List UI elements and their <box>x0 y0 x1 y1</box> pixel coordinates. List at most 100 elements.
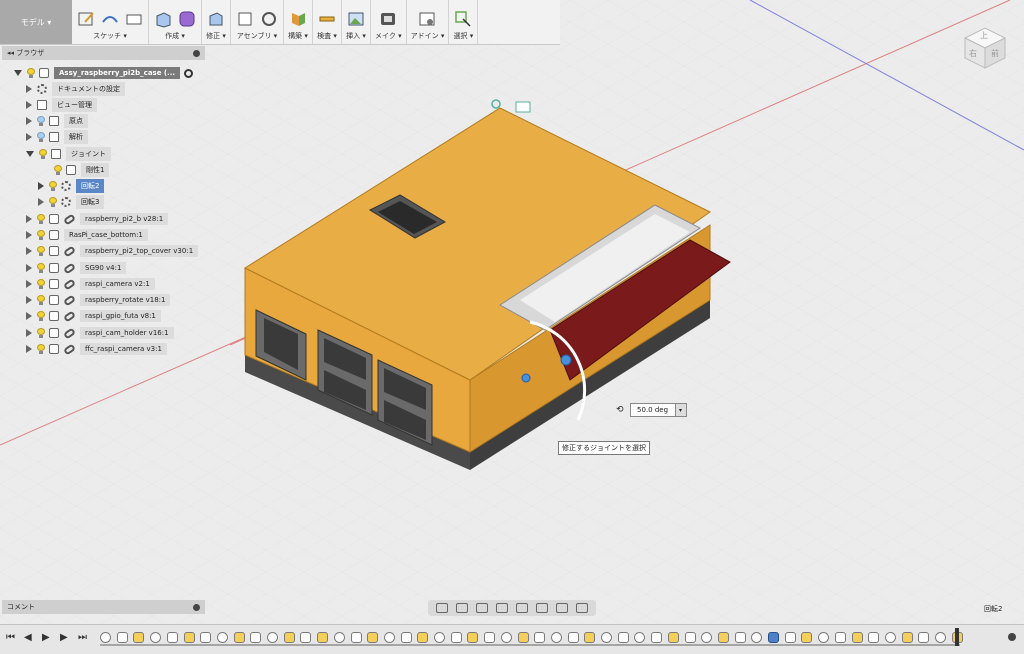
visibility-icon[interactable] <box>37 344 45 354</box>
tree-label[interactable]: 解析 <box>64 130 88 144</box>
timeline-feature-icon[interactable] <box>500 632 512 643</box>
tree-row-origin[interactable]: 原点 <box>26 114 88 128</box>
timeline-feature-icon[interactable] <box>233 632 245 643</box>
timeline-feature-icon[interactable] <box>868 632 880 643</box>
tree-label[interactable]: raspi_cam_holder v16:1 <box>80 327 174 339</box>
timeline-feature-icon[interactable] <box>534 632 546 643</box>
joint-icon[interactable] <box>259 9 279 29</box>
sketch-group[interactable]: スケッチ ▾ <box>72 0 149 44</box>
expand-icon[interactable] <box>26 280 32 288</box>
angle-dropdown[interactable]: ▾ <box>675 403 687 417</box>
tree-row-analysis[interactable]: 解析 <box>26 130 88 144</box>
tree-label[interactable]: raspberry_pi2_top_cover v30:1 <box>80 245 199 257</box>
expand-icon[interactable] <box>26 296 32 304</box>
timeline-feature-icon[interactable] <box>467 632 479 643</box>
timeline-feature-icon[interactable] <box>434 632 445 643</box>
tree-label[interactable]: 剛性1 <box>81 163 110 177</box>
timeline-feature-icon[interactable] <box>701 632 713 643</box>
timeline-feature-icon[interactable] <box>367 632 379 643</box>
activate-icon[interactable] <box>184 68 194 78</box>
tree-row-joints[interactable]: ジョイント <box>26 147 111 161</box>
tree-row-camera[interactable]: raspi_camera v2:1 <box>26 277 155 291</box>
tree-row-top-cover[interactable]: raspberry_pi2_top_cover v30:1 <box>26 244 199 258</box>
timeline-feature-icon[interactable] <box>751 632 763 643</box>
timeline-feature-icon[interactable] <box>484 632 496 643</box>
timeline-feature-icon[interactable] <box>100 632 111 643</box>
modify-group[interactable]: 修正 ▾ <box>202 0 231 44</box>
measure-icon[interactable] <box>317 9 337 29</box>
tree-label[interactable]: Assy_raspberry_pi2b_case (... <box>54 67 181 79</box>
tree-row-case-bottom[interactable]: RasPi_case_bottom:1 <box>26 228 148 242</box>
offset-plane-icon[interactable] <box>288 9 308 29</box>
timeline-feature-icon[interactable] <box>116 632 128 643</box>
new-component-icon[interactable] <box>235 9 255 29</box>
expand-icon[interactable] <box>26 151 34 157</box>
tree-label[interactable]: raspberry_rotate v18:1 <box>80 294 171 306</box>
insert-group[interactable]: 挿入 ▾ <box>342 0 371 44</box>
timeline-feature-icon[interactable] <box>550 632 562 643</box>
viewcube-top-face[interactable]: 上 <box>980 30 988 41</box>
expand-icon[interactable] <box>26 264 32 272</box>
go-to-start-icon[interactable]: ⏮ <box>6 633 16 643</box>
timeline-feature-icon[interactable] <box>684 632 696 643</box>
expand-icon[interactable] <box>26 101 32 109</box>
assemble-group[interactable]: アセンブリ ▾ <box>231 0 284 44</box>
timeline-feature-icon[interactable] <box>417 632 429 643</box>
visibility-icon[interactable] <box>54 165 62 175</box>
timeline-feature-icon[interactable] <box>350 632 362 643</box>
timeline-feature-icon[interactable] <box>400 632 412 643</box>
timeline-feature-icon[interactable] <box>567 632 579 643</box>
tree-row-ffc[interactable]: ffc_raspi_camera v3:1 <box>26 342 167 356</box>
tree-row-revolute2[interactable]: 回転2 <box>38 179 105 193</box>
construct-group[interactable]: 構築 ▾ <box>284 0 313 44</box>
timeline-feature-icon[interactable] <box>333 632 345 643</box>
go-to-end-icon[interactable]: ⏭ <box>78 633 88 643</box>
timeline-feature-icon[interactable] <box>517 632 529 643</box>
look-at-icon[interactable] <box>456 603 468 613</box>
tree-row-cam-holder[interactable]: raspi_cam_holder v16:1 <box>26 326 174 340</box>
tree-row-rotate[interactable]: raspberry_rotate v18:1 <box>26 293 171 307</box>
tree-label[interactable]: 回転3 <box>76 195 105 209</box>
create-group[interactable]: 作成 ▾ <box>149 0 202 44</box>
expand-icon[interactable] <box>26 247 32 255</box>
tree-label[interactable]: ジョイント <box>66 147 111 161</box>
expand-icon[interactable] <box>26 231 32 239</box>
angle-dimension[interactable]: ⟲ 50.0 deg ▾ <box>616 403 687 417</box>
timeline-feature-icon[interactable] <box>601 632 612 643</box>
tree-label[interactable]: raspberry_pi2_b v28:1 <box>80 213 169 225</box>
timeline-feature-icon[interactable] <box>383 632 395 643</box>
timeline-feature-icon[interactable] <box>634 632 646 643</box>
expand-icon[interactable] <box>38 198 44 206</box>
timeline-feature-icon[interactable] <box>784 632 796 643</box>
timeline-feature-icon[interactable] <box>901 632 913 643</box>
expand-icon[interactable] <box>26 312 32 320</box>
tree-row-revolute3[interactable]: 回転3 <box>38 195 105 209</box>
expand-icon[interactable] <box>38 182 44 190</box>
timeline-feature-icon[interactable] <box>801 632 813 643</box>
visibility-icon[interactable] <box>49 197 57 207</box>
viewcube-right-face[interactable]: 右 <box>969 48 977 59</box>
timeline-feature-icon[interactable] <box>250 632 262 643</box>
step-back-icon[interactable]: ◀ <box>24 633 34 643</box>
visibility-icon[interactable] <box>37 214 45 224</box>
timeline-feature-icon[interactable] <box>851 632 863 643</box>
step-forward-icon[interactable]: ▶ <box>60 633 70 643</box>
viewcube[interactable]: 上 右 前 <box>960 20 1010 70</box>
panel-options-icon[interactable] <box>193 49 200 57</box>
tree-row-document-settings[interactable]: ドキュメントの設定 <box>26 82 125 96</box>
tree-row-pi2b[interactable]: raspberry_pi2_b v28:1 <box>26 212 169 226</box>
timeline-settings-icon[interactable] <box>1008 633 1016 641</box>
expand-icon[interactable] <box>26 215 32 223</box>
timeline-feature-icon[interactable] <box>150 632 162 643</box>
tree-row-root[interactable]: Assy_raspberry_pi2b_case (... <box>14 66 194 80</box>
visibility-icon[interactable] <box>37 116 45 126</box>
press-pull-icon[interactable] <box>206 9 226 29</box>
timeline-feature-icon[interactable] <box>768 632 779 643</box>
timeline-feature-icon[interactable] <box>918 632 930 643</box>
timeline-feature-icon[interactable] <box>667 632 679 643</box>
timeline-feature-icon[interactable] <box>133 632 145 643</box>
timeline-feature-icon[interactable] <box>584 632 596 643</box>
timeline-feature-icon[interactable] <box>166 632 178 643</box>
timeline-feature-icon[interactable] <box>617 632 629 643</box>
timeline-feature-icon[interactable] <box>935 632 946 643</box>
